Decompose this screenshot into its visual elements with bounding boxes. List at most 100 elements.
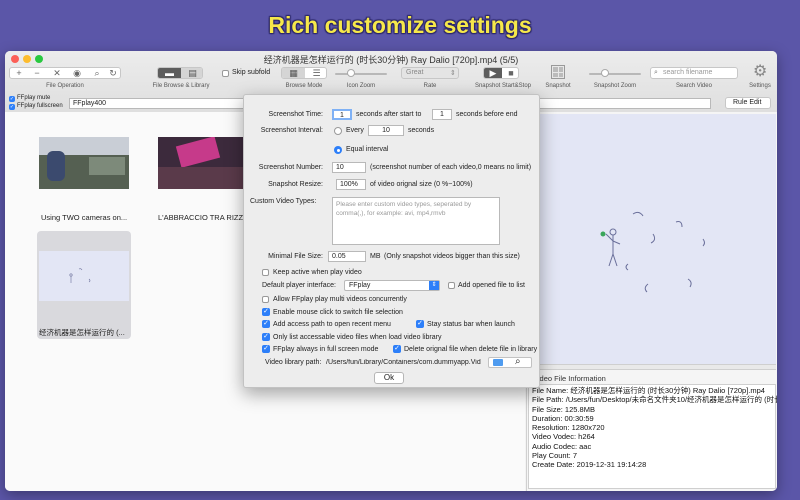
screenshot-time-label: Screenshot Time:	[268, 111, 323, 118]
equal-interval-label: Equal interval	[346, 146, 389, 153]
window-title: 经济机器是怎样运行的 (时长30分钟) Ray Dalio [720p].mp4…	[263, 55, 519, 65]
stepper-icon: ⇕	[450, 70, 456, 77]
ffplay-mute-checkbox[interactable]: ✓	[9, 96, 15, 102]
thumbnail-image-2[interactable]	[158, 137, 248, 189]
snapshot-startstop-label: Snapshot Start&Stop	[474, 83, 532, 89]
default-player-label: Default player interface:	[262, 282, 336, 289]
eye-icon[interactable]: ◉	[68, 68, 86, 78]
rate-select[interactable]: Great ⇕	[401, 67, 459, 79]
thumbnail-image-3[interactable]	[39, 251, 129, 301]
search-icon[interactable]: ⌕	[515, 356, 521, 368]
file-browse-group: ▬ ▤	[157, 67, 203, 79]
keep-active-checkbox[interactable]	[262, 269, 269, 276]
snapshot-resize-input[interactable]: 100%	[336, 179, 366, 190]
browse-mode-group: ▦ ☰	[281, 67, 327, 79]
list-view-icon[interactable]: ☰	[305, 68, 326, 78]
rule-edit-button[interactable]: Rule Edit	[725, 97, 771, 109]
icon-zoom-knob[interactable]	[347, 69, 355, 77]
only-list-checkbox[interactable]: ✓	[262, 333, 270, 341]
screenshot-number-hint: (screenshot number of each video,0 means…	[370, 164, 532, 171]
seconds-text: seconds	[408, 127, 435, 134]
search-video-label: Search Video	[676, 83, 712, 89]
ffplay-fullscreen-checkbox[interactable]: ✓	[9, 104, 15, 110]
allow-multi-checkbox[interactable]	[262, 296, 269, 303]
snapshot-grid-icon[interactable]	[551, 65, 565, 79]
splitter-handle[interactable]	[528, 364, 776, 370]
snapshot-zoom-track[interactable]	[589, 73, 641, 75]
thumbnail-label-2: L'ABBRACCIO TRA RIZZ...	[158, 213, 250, 222]
custom-types-label: Custom Video Types:	[250, 198, 317, 205]
every-input[interactable]: 10	[368, 125, 404, 136]
snapshot-resize-label: Snapshot Resize:	[268, 181, 323, 188]
enable-mouse-label: Enable mouse click to switch file select…	[273, 309, 403, 316]
ffplay-fullscreen-checkbox[interactable]: ✓	[262, 345, 270, 353]
delete-original-label: Delete orignal file when delete file in …	[404, 346, 538, 353]
snapshot-zoom-knob[interactable]	[601, 69, 609, 77]
chevron-updown-icon: ⇕	[429, 281, 439, 290]
remove-icon[interactable]: −	[30, 68, 44, 78]
screenshot-number-input[interactable]: 10	[332, 162, 366, 173]
video-library-path: /Users/fun/Library/Containers/com.dummya…	[326, 359, 481, 366]
ffplay-fullscreen-label: FFplay fullscreen	[17, 103, 63, 109]
icon-zoom-label: Icon Zoom	[346, 83, 376, 89]
equal-interval-radio[interactable]	[334, 146, 342, 154]
player-field-extension[interactable]	[539, 98, 711, 109]
settings-label: Settings	[749, 83, 771, 89]
thumbnail-image-1[interactable]	[39, 137, 129, 189]
default-player-select[interactable]: FFplay ⇕	[344, 280, 440, 291]
info-line: Resolution: 1280x720	[532, 423, 605, 433]
snapshot-resize-hint: of video orignal size (0 %~100%)	[370, 181, 473, 188]
play-icon[interactable]: ▶	[484, 68, 502, 78]
info-line: Audio Codec: aac	[532, 441, 592, 451]
player-field[interactable]: FFplay400	[69, 98, 249, 109]
banner-title: Rich customize settings	[268, 12, 532, 38]
search-placeholder: search filename	[663, 69, 713, 76]
stay-status-bar-checkbox[interactable]: ✓	[416, 320, 424, 328]
keep-active-label: Keep active when play video	[273, 269, 362, 276]
every-label: Every	[346, 127, 364, 134]
grid-view-icon[interactable]: ▦	[282, 68, 305, 78]
folder-icon[interactable]	[493, 359, 503, 366]
snapshot-zoom-label: Snapshot Zoom	[593, 83, 637, 89]
stick-figure-illustration-small	[69, 268, 91, 283]
screenshot-time-start-input[interactable]: 1	[332, 109, 352, 120]
add-icon[interactable]: +	[12, 68, 26, 78]
refresh-icon[interactable]: ↻	[106, 68, 120, 78]
icon-zoom-track[interactable]	[335, 73, 387, 75]
custom-types-textarea[interactable]: Please enter custom video types, seperat…	[332, 197, 500, 245]
search-icon: ⌕	[654, 69, 658, 76]
video-library-label: Video library path:	[265, 359, 322, 366]
enable-mouse-checkbox[interactable]: ✓	[262, 308, 270, 316]
add-access-path-label: Add access path to open recent menu	[273, 321, 391, 328]
add-opened-file-checkbox[interactable]	[448, 282, 455, 289]
delete-original-checkbox[interactable]: ✓	[393, 345, 401, 353]
ok-button[interactable]: Ok	[374, 372, 404, 384]
skip-subfold-checkbox[interactable]	[222, 70, 229, 77]
video-preview[interactable]	[528, 114, 776, 364]
screenshot-time-end-input[interactable]: 1	[432, 109, 452, 120]
every-radio[interactable]	[334, 127, 342, 135]
folder-icon[interactable]: ▬	[158, 68, 181, 78]
rule-edit-label: Rule Edit	[733, 99, 762, 106]
screenshot-number-label: Screenshot Number:	[258, 164, 323, 171]
before-end-text: seconds before end	[456, 111, 518, 118]
browse-mode-label: Browse Mode	[285, 83, 323, 89]
stop-icon[interactable]: ■	[502, 68, 518, 78]
add-access-path-checkbox[interactable]: ✓	[262, 320, 270, 328]
info-line: Video Vodec: h264	[532, 432, 595, 442]
search-icon[interactable]: ⌕	[90, 68, 104, 78]
video-library-buttons: ⌕	[488, 356, 532, 368]
minimal-size-unit: MB	[370, 253, 381, 260]
info-line: File Name: 经济机器是怎样运行的 (时长30分钟) Ray Dalio…	[532, 386, 765, 395]
rate-value: Great	[406, 69, 424, 76]
after-start-text: seconds after start to	[356, 111, 422, 118]
delete-icon[interactable]: ✕	[50, 68, 64, 78]
thumbnail-label-3: 经济机器是怎样运行的 (...	[39, 328, 125, 337]
library-icon[interactable]: ▤	[181, 68, 202, 78]
gear-icon[interactable]: ⚙	[753, 64, 767, 80]
info-lines: File Name: 经济机器是怎样运行的 (时长30分钟) Ray Dalio…	[532, 386, 777, 470]
skip-subfold-label: Skip subfold	[232, 69, 271, 76]
search-field[interactable]: ⌕ search filename	[650, 67, 738, 79]
minimal-size-input[interactable]: 0.05	[328, 251, 366, 262]
snapshot-control-group: ▶ ■	[483, 67, 519, 79]
